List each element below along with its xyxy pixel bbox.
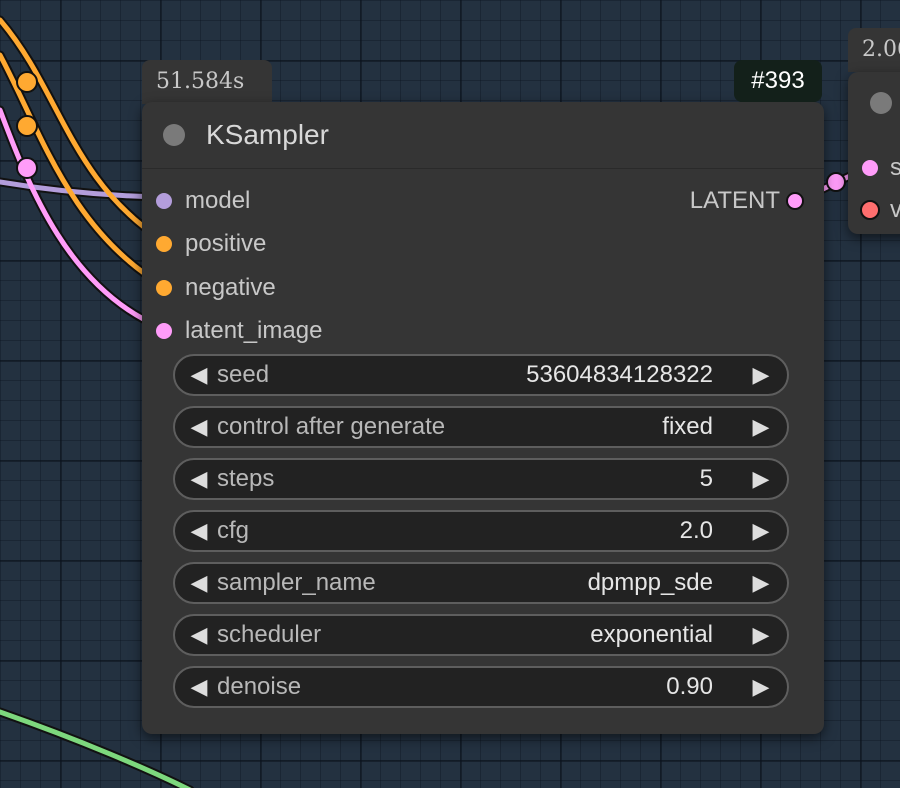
increment-arrow-icon[interactable]: ▶ bbox=[741, 564, 781, 602]
output-dot-icon[interactable] bbox=[786, 192, 804, 210]
neighbor-execution-time-badge: 2.06 bbox=[848, 28, 900, 72]
input-dot-icon[interactable] bbox=[156, 280, 172, 296]
input-dot-icon[interactable] bbox=[156, 236, 172, 252]
widget-sampler-name[interactable]: ◀ sampler_name dpmpp_sde ▶ bbox=[173, 562, 789, 604]
widget-label: cfg bbox=[217, 517, 250, 544]
widget-cfg[interactable]: ◀ cfg 2.0 ▶ bbox=[173, 510, 789, 552]
input-label: latent_image bbox=[185, 317, 323, 344]
widget-label: scheduler bbox=[217, 621, 322, 648]
widget-value[interactable]: 2.0 bbox=[680, 512, 713, 550]
decrement-arrow-icon[interactable]: ◀ bbox=[179, 564, 219, 602]
widget-label: seed bbox=[217, 361, 270, 388]
widget-control-after-generate[interactable]: ◀ control after generate fixed ▶ bbox=[173, 406, 789, 448]
output-slot-latent[interactable]: LATENT bbox=[682, 187, 814, 215]
output-label: LATENT bbox=[689, 187, 780, 214]
input-label: model bbox=[185, 187, 251, 214]
widget-value[interactable]: 5 bbox=[700, 460, 713, 498]
reroute-dot bbox=[16, 157, 38, 179]
widget-denoise[interactable]: ◀ denoise 0.90 ▶ bbox=[173, 666, 789, 708]
reroute-dot bbox=[826, 172, 846, 192]
input-dot-icon[interactable] bbox=[862, 160, 878, 176]
decrement-arrow-icon[interactable]: ◀ bbox=[179, 512, 219, 550]
increment-arrow-icon[interactable]: ▶ bbox=[741, 408, 781, 446]
widget-seed[interactable]: ◀ seed 53604834128322 ▶ bbox=[173, 354, 789, 396]
increment-arrow-icon[interactable]: ▶ bbox=[741, 668, 781, 706]
execution-time-badge: 51.584s bbox=[142, 60, 272, 104]
widget-label: denoise bbox=[217, 673, 302, 700]
reroute-dot bbox=[16, 71, 38, 93]
widget-value[interactable]: exponential bbox=[590, 616, 713, 654]
reroute-dot bbox=[16, 115, 38, 137]
neighbor-node[interactable]: s v bbox=[848, 72, 900, 234]
widget-value[interactable]: 53604834128322 bbox=[526, 356, 713, 394]
ksampler-node[interactable]: KSampler model positive negative latent_… bbox=[142, 102, 824, 734]
collapse-dot-icon[interactable] bbox=[870, 92, 892, 114]
input-label: negative bbox=[185, 274, 276, 301]
widget-label: steps bbox=[217, 465, 275, 492]
decrement-arrow-icon[interactable]: ◀ bbox=[179, 668, 219, 706]
widget-label: control after generate bbox=[217, 413, 446, 440]
input-label: positive bbox=[185, 230, 267, 257]
input-dot-icon[interactable] bbox=[156, 193, 172, 209]
node-id-badge: #393 bbox=[734, 60, 822, 102]
widget-scheduler[interactable]: ◀ scheduler exponential ▶ bbox=[173, 614, 789, 656]
decrement-arrow-icon[interactable]: ◀ bbox=[179, 408, 219, 446]
decrement-arrow-icon[interactable]: ◀ bbox=[179, 460, 219, 498]
node-title: KSampler bbox=[206, 119, 329, 150]
input-dot-icon[interactable] bbox=[860, 200, 880, 220]
input-label: v bbox=[890, 196, 900, 223]
input-dot-icon[interactable] bbox=[156, 323, 172, 339]
widget-value[interactable]: fixed bbox=[662, 408, 713, 446]
decrement-arrow-icon[interactable]: ◀ bbox=[179, 616, 219, 654]
increment-arrow-icon[interactable]: ▶ bbox=[741, 512, 781, 550]
widget-label: sampler_name bbox=[217, 569, 376, 596]
widget-steps[interactable]: ◀ steps 5 ▶ bbox=[173, 458, 789, 500]
neighbor-input-slot[interactable]: s bbox=[862, 154, 900, 182]
increment-arrow-icon[interactable]: ▶ bbox=[741, 616, 781, 654]
node-header[interactable]: KSampler bbox=[142, 102, 824, 169]
collapse-dot-icon[interactable] bbox=[163, 124, 185, 146]
widget-value[interactable]: dpmpp_sde bbox=[588, 564, 713, 602]
increment-arrow-icon[interactable]: ▶ bbox=[741, 356, 781, 394]
widget-value[interactable]: 0.90 bbox=[666, 668, 713, 706]
neighbor-input-slot[interactable]: v bbox=[860, 196, 900, 224]
input-label: s bbox=[890, 154, 900, 181]
increment-arrow-icon[interactable]: ▶ bbox=[741, 460, 781, 498]
decrement-arrow-icon[interactable]: ◀ bbox=[179, 356, 219, 394]
